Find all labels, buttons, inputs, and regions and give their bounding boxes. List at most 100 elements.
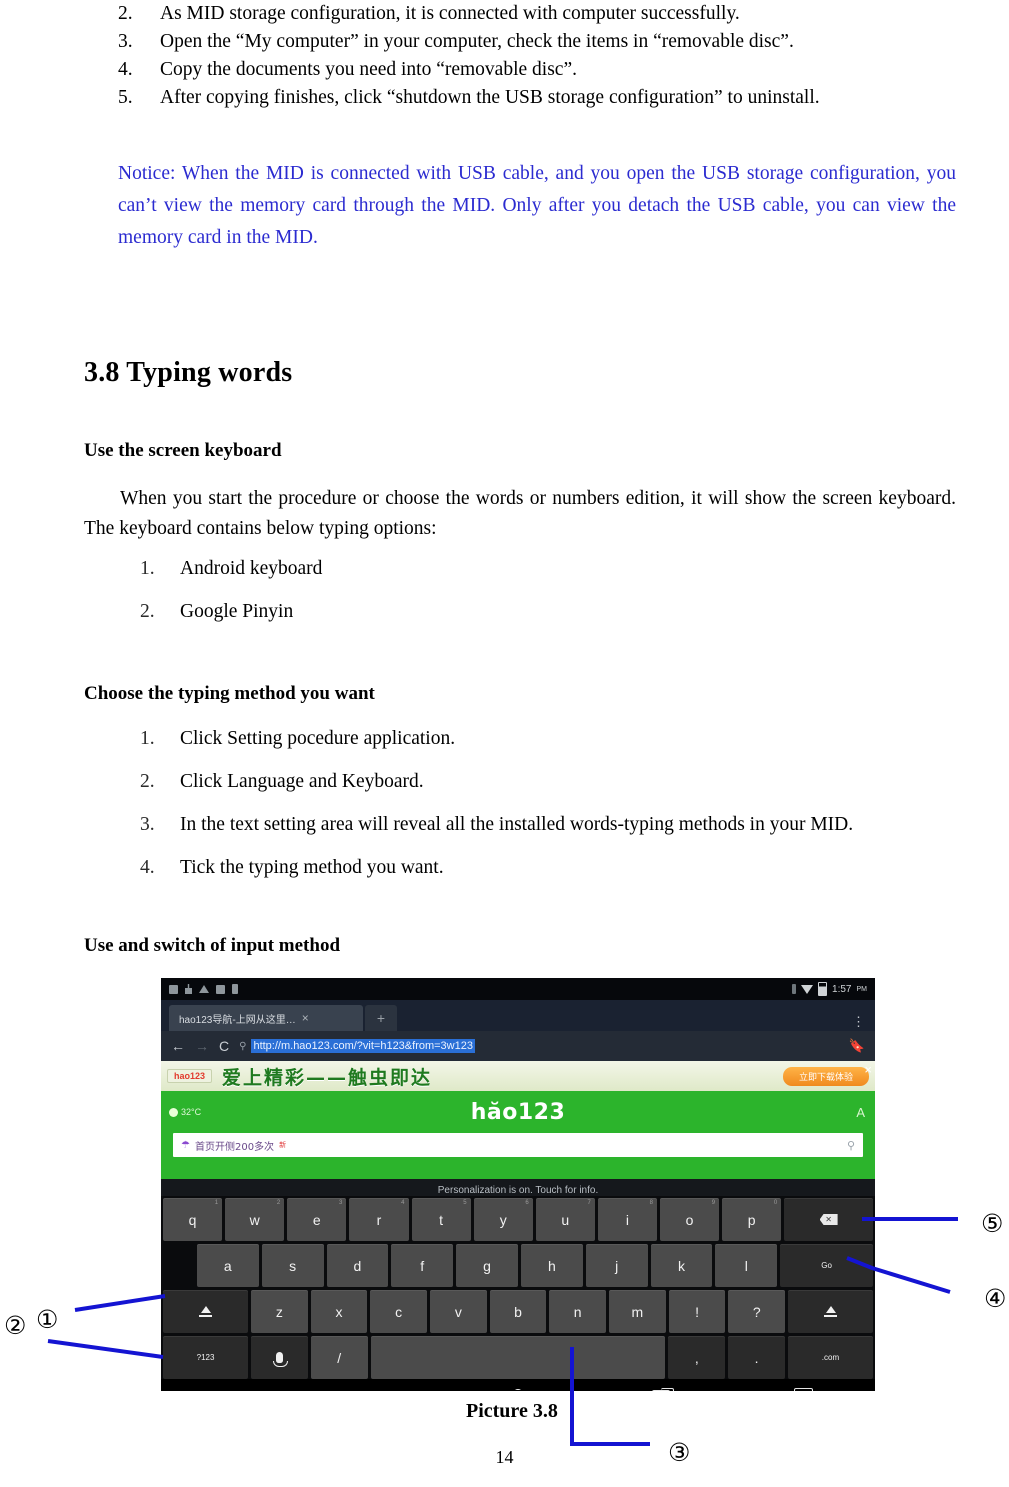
- key-label: k: [678, 1257, 685, 1274]
- key-i[interactable]: 8i: [597, 1198, 657, 1241]
- key-exclamation[interactable]: !: [668, 1290, 726, 1333]
- key-k[interactable]: k: [650, 1244, 713, 1287]
- key-alt-label: 0: [773, 1200, 778, 1206]
- key-label: r: [376, 1211, 382, 1228]
- search-icon[interactable]: ⚲: [847, 1139, 855, 1152]
- key-label: .com: [821, 1353, 840, 1362]
- key-question[interactable]: ?: [728, 1290, 786, 1333]
- nav-slot-recents[interactable]: [589, 1387, 732, 1391]
- home-icon: [507, 1388, 528, 1391]
- key-n[interactable]: n: [549, 1290, 607, 1333]
- list-text: Open the “My computer” in your computer,…: [160, 31, 794, 52]
- ad-banner[interactable]: hao123 爱上精彩——触虫即达 立即下载体验 ×: [161, 1061, 875, 1091]
- weather-temp: 32°C: [181, 1107, 202, 1117]
- list-item: 3. Open the “My computer” in your comput…: [118, 28, 958, 56]
- back-icon[interactable]: ←: [171, 1038, 185, 1054]
- hao123-search-input[interactable]: ☂ 首页开侧200多次 新 ⚲: [173, 1133, 863, 1157]
- key-backspace[interactable]: ✕: [784, 1198, 873, 1241]
- key-z[interactable]: z: [251, 1290, 308, 1333]
- list-number: 4.: [140, 857, 155, 878]
- microphone-icon: [272, 1352, 288, 1367]
- list-number: 2.: [140, 601, 155, 622]
- close-icon[interactable]: ×: [302, 1012, 309, 1024]
- key-space[interactable]: [370, 1336, 666, 1379]
- overflow-menu-icon[interactable]: ⋮: [852, 1015, 865, 1028]
- forward-icon[interactable]: →: [195, 1038, 209, 1054]
- key-m[interactable]: m: [609, 1290, 666, 1333]
- screenshot-icon: [216, 984, 225, 994]
- key-slash[interactable]: /: [310, 1336, 368, 1379]
- status-ampm: PM: [856, 985, 868, 993]
- key-t[interactable]: 5t: [411, 1198, 471, 1241]
- document-page: 2. As MID storage configuration, it is c…: [0, 0, 1009, 1487]
- key-c[interactable]: c: [370, 1290, 428, 1333]
- subheading-use-and-switch: Use and switch of input method: [84, 935, 341, 956]
- key-h[interactable]: h: [520, 1244, 583, 1287]
- new-tab-button[interactable]: +: [365, 1005, 397, 1031]
- nav-slot-keyboard-switch[interactable]: [732, 1388, 875, 1391]
- key-p[interactable]: 0p: [722, 1198, 782, 1241]
- recents-icon: [651, 1387, 674, 1391]
- intro-text: When you start the procedure or choose t…: [84, 488, 956, 539]
- key-shift-left[interactable]: [163, 1290, 248, 1333]
- key-f[interactable]: f: [391, 1244, 454, 1287]
- key-o[interactable]: 9o: [660, 1198, 720, 1241]
- key-label: ?: [752, 1303, 761, 1320]
- weather-widget[interactable]: 32°C: [169, 1107, 201, 1117]
- nav-slot-home[interactable]: [447, 1388, 590, 1391]
- key-w[interactable]: 2w: [225, 1198, 285, 1241]
- key-e[interactable]: 3e: [287, 1198, 347, 1241]
- key-label: b: [514, 1303, 522, 1320]
- page-number: 14: [495, 1447, 514, 1467]
- hao123-logo: hăo123: [470, 1099, 566, 1125]
- hao123-header: 32°C hăo123 A: [161, 1091, 875, 1133]
- list-number: 2.: [118, 3, 133, 24]
- list-text: In the text setting area will reveal all…: [180, 814, 854, 835]
- browser-tab[interactable]: hao123导航-上网从这里… ×: [169, 1005, 363, 1031]
- annotation-marker-2: ②: [4, 1311, 27, 1340]
- key-l[interactable]: l: [715, 1244, 778, 1287]
- reload-icon[interactable]: C: [219, 1038, 229, 1054]
- key-label: t: [439, 1211, 443, 1228]
- key-dotcom[interactable]: .com: [787, 1336, 873, 1379]
- nav-slot-up[interactable]: [161, 1390, 304, 1391]
- key-g[interactable]: g: [456, 1244, 518, 1287]
- key-v[interactable]: v: [430, 1290, 487, 1333]
- list-item: 1. Click Setting pocedure application.: [140, 726, 960, 751]
- key-comma[interactable]: ,: [668, 1336, 726, 1379]
- key-label: m: [631, 1303, 644, 1320]
- ad-close-icon[interactable]: ×: [864, 1062, 872, 1077]
- key-b[interactable]: b: [489, 1290, 547, 1333]
- key-q[interactable]: 1q: [163, 1198, 223, 1241]
- method-steps-list: 1. Click Setting pocedure application. 2…: [140, 726, 960, 898]
- key-go[interactable]: Go: [780, 1244, 873, 1287]
- url-input[interactable]: ⚲ http://m.hao123.com/?vit=h123&from=3w1…: [239, 1039, 839, 1053]
- key-r[interactable]: 4r: [349, 1198, 409, 1241]
- key-a[interactable]: a: [196, 1244, 259, 1287]
- shift-underline: [824, 1315, 838, 1317]
- upload-icon: [199, 985, 209, 993]
- key-y[interactable]: 6y: [473, 1198, 533, 1241]
- list-number: 1.: [140, 728, 155, 749]
- android-navigation-bar: [161, 1382, 875, 1391]
- key-s[interactable]: s: [261, 1244, 324, 1287]
- key-label: z: [275, 1303, 283, 1320]
- hao123-webpage: hao123 爱上精彩——触虫即达 立即下载体验 × 32°C hăo123 A…: [161, 1061, 875, 1179]
- key-voice-input[interactable]: [251, 1336, 308, 1379]
- ad-download-button[interactable]: 立即下载体验: [782, 1066, 869, 1086]
- key-symbols[interactable]: ?123: [163, 1336, 249, 1379]
- key-shift-right[interactable]: [788, 1290, 874, 1333]
- subheading-choose-typing-method: Choose the typing method you want: [84, 683, 375, 704]
- key-x[interactable]: x: [310, 1290, 368, 1333]
- chevron-down-icon: [367, 1385, 384, 1391]
- list-number: 2.: [140, 771, 155, 792]
- key-period[interactable]: .: [728, 1336, 785, 1379]
- user-account-icon[interactable]: A: [856, 1105, 865, 1120]
- key-d[interactable]: d: [326, 1244, 389, 1287]
- bookmark-icon[interactable]: 🔖: [849, 1038, 865, 1054]
- key-label: ?123: [196, 1353, 215, 1362]
- key-alt-label: 4: [401, 1200, 405, 1206]
- personalization-notice[interactable]: Personalization is on. Touch for info.: [161, 1179, 875, 1196]
- key-u[interactable]: 7u: [535, 1198, 595, 1241]
- key-j[interactable]: j: [585, 1244, 648, 1287]
